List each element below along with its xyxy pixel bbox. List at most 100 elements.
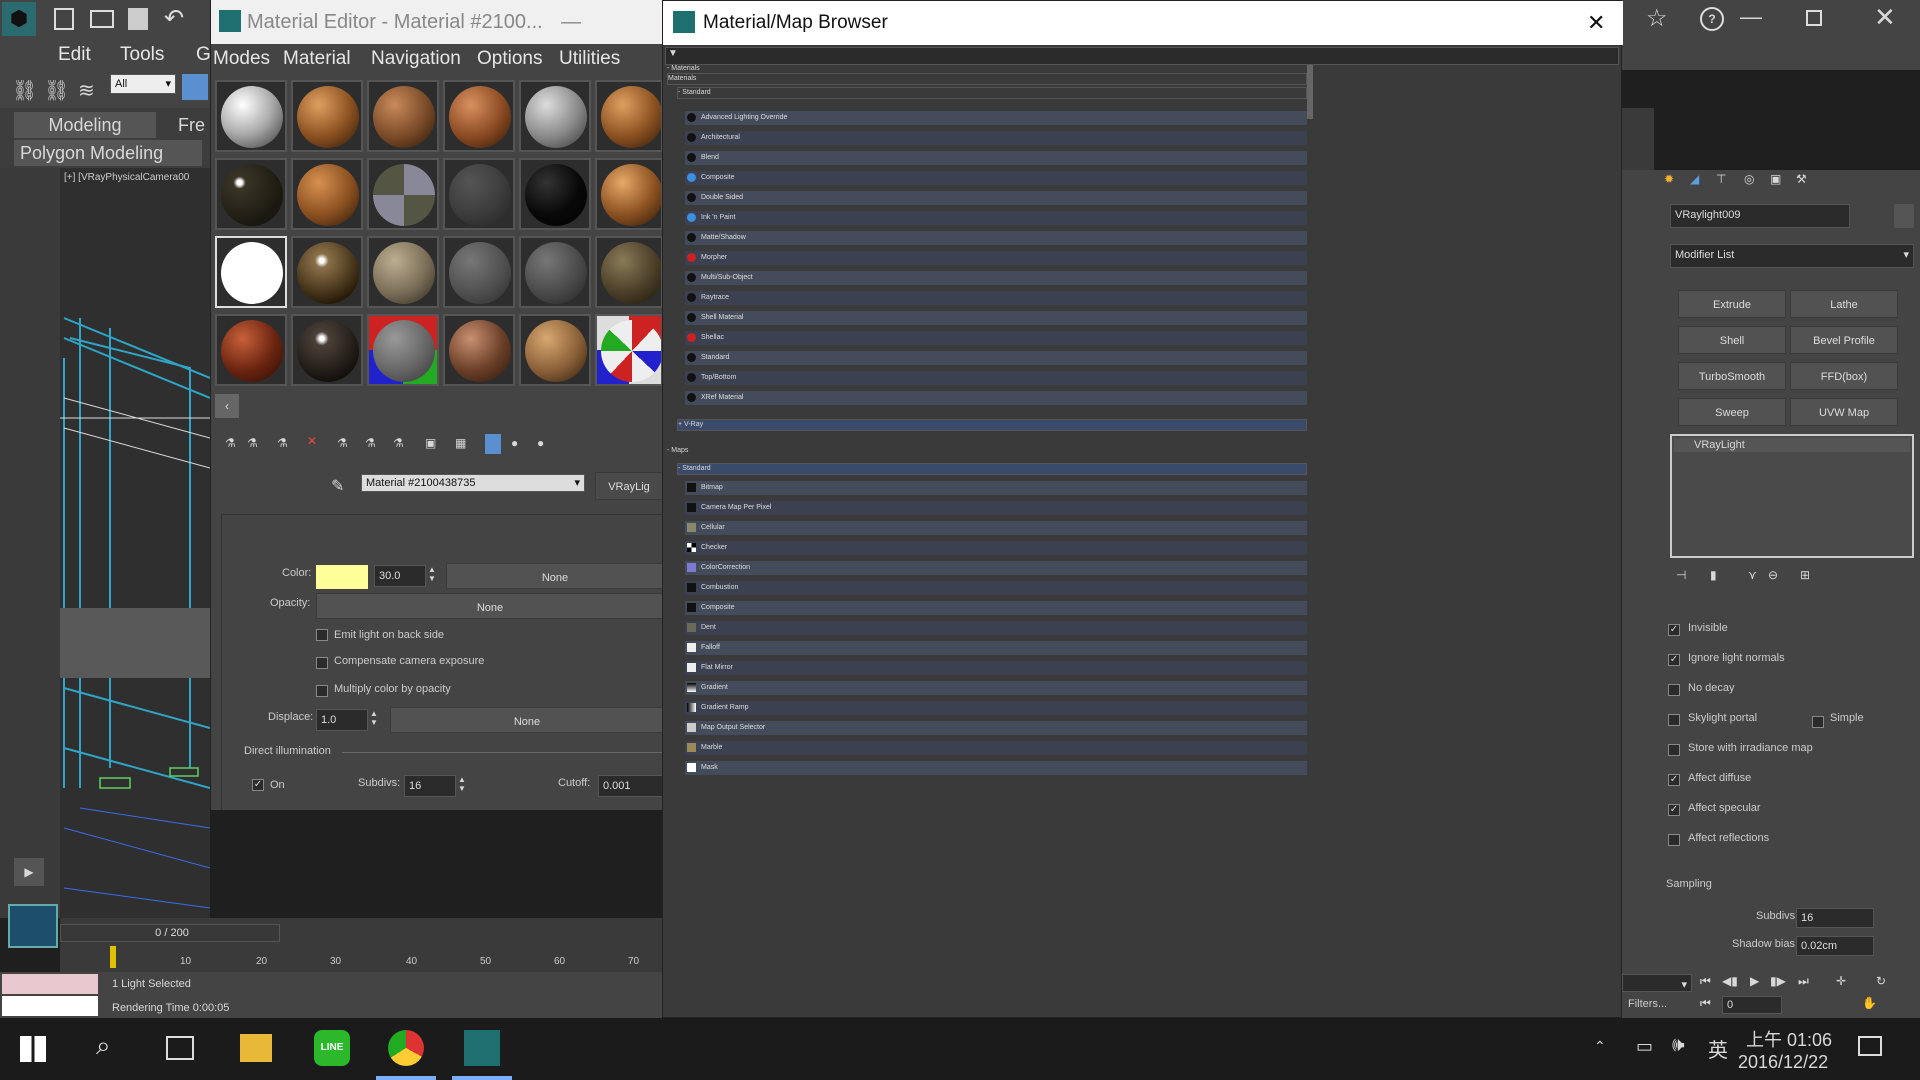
maxscript-output[interactable] bbox=[2, 996, 98, 1016]
scroll-left-icon[interactable]: ‹ bbox=[215, 394, 239, 418]
me-menu-material[interactable]: Material bbox=[283, 44, 351, 74]
pan-icon[interactable]: ✋ bbox=[1862, 996, 1877, 1010]
compensate-exposure-checkbox[interactable] bbox=[316, 657, 328, 669]
put-to-scene-icon[interactable]: ⚗ bbox=[247, 436, 258, 450]
spinner-icon[interactable]: ▲ ▼ bbox=[370, 709, 380, 731]
me-menu-options[interactable]: Options bbox=[477, 44, 542, 74]
selection-filter-dropdown[interactable]: All ▾ bbox=[110, 74, 176, 94]
material-name-field[interactable]: Material #2100438735 ▾ bbox=[361, 474, 585, 492]
option-checkbox[interactable]: ✓ bbox=[1668, 624, 1680, 636]
file-explorer-icon[interactable] bbox=[240, 1034, 272, 1062]
play-animation-icon[interactable]: ▶ bbox=[1750, 974, 1759, 988]
material-slot[interactable] bbox=[519, 236, 591, 308]
line-app-icon[interactable]: LINE bbox=[314, 1030, 350, 1066]
ribbon-panel-polygon-modeling[interactable]: Polygon Modeling bbox=[14, 140, 202, 166]
direct-on-checkbox[interactable]: ✓ bbox=[252, 779, 264, 791]
clock-date[interactable]: 2016/12/22 bbox=[1738, 1052, 1828, 1073]
restore-icon[interactable] bbox=[1806, 10, 1822, 26]
list-item[interactable]: Combustion bbox=[685, 581, 1307, 595]
ribbon-tab-modeling[interactable]: Modeling bbox=[14, 112, 156, 138]
color-multiplier-field[interactable]: 30.0 bbox=[374, 565, 426, 587]
material-type-button[interactable]: VRayLig bbox=[595, 472, 663, 500]
list-item[interactable]: XRef Material bbox=[685, 391, 1307, 405]
modifier-button-uvw-map[interactable]: UVW Map bbox=[1790, 398, 1898, 426]
list-item[interactable]: Shellac bbox=[685, 331, 1307, 345]
list-item[interactable]: Architectural bbox=[685, 131, 1307, 145]
set-key-icon[interactable]: ⏮ bbox=[1700, 996, 1711, 1011]
utilities-tab-icon[interactable]: ⚒ bbox=[1796, 172, 1807, 186]
list-item[interactable]: Ink 'n Paint bbox=[685, 211, 1307, 225]
material-slot[interactable] bbox=[595, 236, 663, 308]
displace-field[interactable]: 1.0 bbox=[316, 709, 368, 731]
list-item[interactable]: Mask bbox=[685, 761, 1307, 775]
material-slot[interactable] bbox=[215, 158, 287, 230]
modifier-list-dropdown[interactable]: Modifier List ▾ bbox=[1670, 244, 1914, 268]
go-to-start-icon[interactable]: ⏮ bbox=[1700, 974, 1711, 989]
minimize-icon[interactable]: — bbox=[561, 0, 581, 44]
list-item[interactable]: Gradient bbox=[685, 681, 1307, 695]
go-to-end-icon[interactable]: ⏭ bbox=[1798, 974, 1809, 989]
materials-rollout[interactable]: Materials bbox=[667, 73, 1307, 85]
material-slot[interactable] bbox=[595, 80, 663, 152]
assign-material-icon[interactable]: ⚗ bbox=[277, 436, 288, 450]
make-unique-icon[interactable]: ⋎ bbox=[1748, 568, 1757, 582]
show-end-result-icon[interactable] bbox=[485, 434, 501, 454]
material-slot[interactable] bbox=[291, 236, 363, 308]
material-editor-titlebar[interactable]: Material Editor - Material #2100... — bbox=[211, 0, 663, 44]
copy-material-icon[interactable]: ⚗ bbox=[337, 436, 348, 450]
object-color-swatch[interactable] bbox=[1894, 204, 1914, 228]
list-item[interactable]: Double Sided bbox=[685, 191, 1307, 205]
list-item[interactable]: Shell Material bbox=[685, 311, 1307, 325]
list-item[interactable]: Advanced Lighting Override bbox=[685, 111, 1307, 125]
modifier-button-sweep[interactable]: Sweep bbox=[1678, 398, 1786, 426]
list-item[interactable]: Camera Map Per Pixel bbox=[685, 501, 1307, 515]
displace-map-button[interactable]: None bbox=[390, 707, 664, 733]
standard-rollout[interactable]: - Standard bbox=[677, 87, 1307, 99]
menu-tools[interactable]: Tools bbox=[120, 40, 164, 70]
play-icon[interactable]: ▶ bbox=[14, 858, 44, 886]
option-checkbox[interactable] bbox=[1668, 714, 1680, 726]
time-slider[interactable]: 0 / 200 bbox=[60, 924, 280, 942]
make-unique-icon[interactable]: ⚗ bbox=[365, 436, 376, 450]
list-item[interactable]: Map Output Selector bbox=[685, 721, 1307, 735]
star-icon[interactable]: ☆ bbox=[1646, 4, 1668, 33]
material-slot[interactable] bbox=[519, 80, 591, 152]
modifier-stack[interactable]: VRayLight bbox=[1670, 434, 1914, 558]
list-item[interactable]: Cellular bbox=[685, 521, 1307, 535]
unlink-icon[interactable]: ⛓ bbox=[44, 78, 69, 103]
list-item[interactable]: Composite bbox=[685, 601, 1307, 615]
put-to-library-icon[interactable]: ⚗ bbox=[393, 436, 404, 450]
open-icon[interactable] bbox=[90, 10, 114, 28]
prev-frame-icon[interactable]: ◀▮ bbox=[1722, 974, 1738, 988]
list-item[interactable]: ColorCorrection bbox=[685, 561, 1307, 575]
show-map-icon[interactable]: ▦ bbox=[455, 436, 466, 450]
option-checkbox[interactable] bbox=[1668, 834, 1680, 846]
close-icon[interactable]: ✕ bbox=[1874, 2, 1896, 33]
spinner-icon[interactable]: ▲ ▼ bbox=[458, 775, 468, 797]
spinner-icon[interactable]: ▲ ▼ bbox=[428, 565, 438, 587]
maxscript-listener[interactable] bbox=[2, 974, 98, 994]
notifications-icon[interactable] bbox=[1858, 1036, 1882, 1056]
ime-indicator[interactable]: 英 bbox=[1708, 1034, 1728, 1063]
stack-item[interactable]: VRayLight bbox=[1674, 438, 1910, 452]
me-menu-navigation[interactable]: Navigation bbox=[371, 44, 461, 74]
next-frame-icon[interactable]: ▮▶ bbox=[1770, 974, 1786, 988]
list-item[interactable]: Marble bbox=[685, 741, 1307, 755]
list-item[interactable]: Flat Mirror bbox=[685, 661, 1307, 675]
material-slot[interactable] bbox=[443, 236, 515, 308]
list-item[interactable]: Blend bbox=[685, 151, 1307, 165]
color-swatch[interactable] bbox=[316, 565, 368, 589]
opacity-map-button[interactable]: None bbox=[316, 593, 664, 619]
list-item[interactable]: Raytrace bbox=[685, 291, 1307, 305]
modifier-button-lathe[interactable]: Lathe bbox=[1790, 290, 1898, 318]
simple-checkbox[interactable] bbox=[1812, 716, 1824, 728]
menu-group[interactable]: G bbox=[196, 40, 211, 70]
reset-icon[interactable]: ✕ bbox=[307, 434, 317, 448]
hierarchy-tab-icon[interactable]: ⊤ bbox=[1716, 172, 1726, 186]
display-tab-icon[interactable]: ▣ bbox=[1770, 172, 1781, 186]
material-slot[interactable] bbox=[443, 80, 515, 152]
maps-standard-rollout[interactable]: - Standard bbox=[677, 463, 1307, 475]
modify-tab-icon[interactable]: ◢ bbox=[1690, 172, 1699, 186]
material-slot[interactable] bbox=[595, 158, 663, 230]
material-slot[interactable] bbox=[291, 158, 363, 230]
